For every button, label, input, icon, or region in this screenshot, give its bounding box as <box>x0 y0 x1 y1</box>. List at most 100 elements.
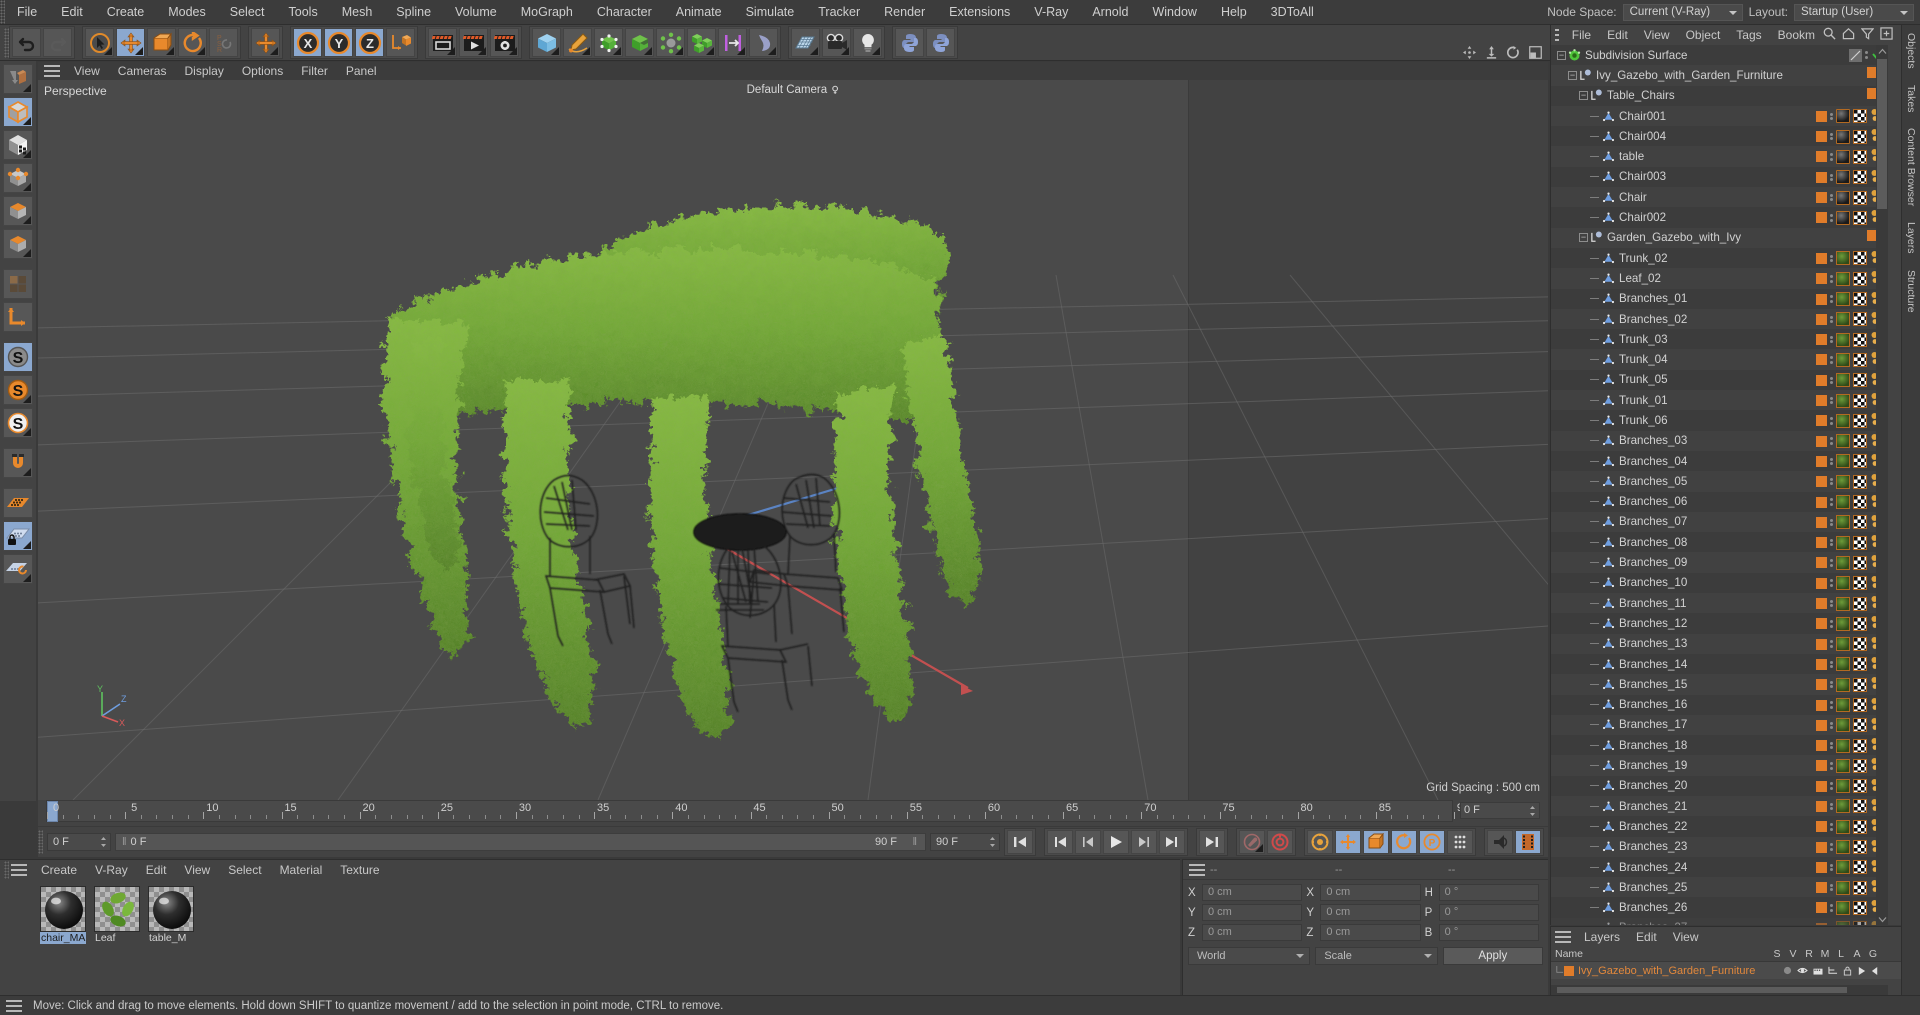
visibility-dots[interactable] <box>1830 295 1833 303</box>
material-tag[interactable] <box>1836 819 1850 834</box>
object-tree[interactable]: − Subdivision Surface − Ivy_Gazebo_with_Gar… <box>1551 45 1888 925</box>
object-row[interactable]: Branches_25 <box>1551 877 1888 898</box>
material-tag[interactable] <box>1836 515 1850 530</box>
magnet-button[interactable] <box>3 448 33 478</box>
viewport-menu-icon[interactable] <box>44 65 60 77</box>
apply-button[interactable]: Apply <box>1442 947 1543 965</box>
record-keys-button[interactable] <box>1239 830 1265 854</box>
visibility-dots[interactable] <box>1830 193 1833 202</box>
visibility-dots[interactable] <box>1830 112 1833 121</box>
menu-item-select[interactable]: Select <box>218 0 277 25</box>
material-tag[interactable] <box>1836 312 1850 327</box>
object-row[interactable]: Branches_08 <box>1551 532 1888 552</box>
layer-color-tag[interactable] <box>1816 192 1827 204</box>
material-tag[interactable] <box>1836 921 1850 925</box>
object-row[interactable]: Chair003 <box>1551 167 1888 187</box>
object-row[interactable]: Chair002 <box>1551 207 1888 227</box>
object-row[interactable]: Branches_10 <box>1551 573 1888 593</box>
menu-item-edit[interactable]: Edit <box>49 0 95 25</box>
material-tag[interactable] <box>1836 170 1850 185</box>
layer-color-tag[interactable] <box>1816 902 1827 914</box>
texture-tag[interactable] <box>1853 880 1867 895</box>
eye-icon[interactable] <box>1797 966 1808 975</box>
animbar-grip[interactable] <box>38 830 43 854</box>
material-tag[interactable] <box>1836 738 1850 753</box>
texture-tag[interactable] <box>1853 190 1867 205</box>
menu-item-mograph[interactable]: MoGraph <box>509 0 585 25</box>
texture-tag[interactable] <box>1853 840 1867 855</box>
texture-tag[interactable] <box>1853 495 1867 510</box>
scale-tool-button[interactable] <box>147 28 176 57</box>
texture-tag[interactable] <box>1853 758 1867 773</box>
matmgr-grip[interactable] <box>4 861 9 879</box>
layer-color-tag[interactable] <box>1816 638 1827 650</box>
menu-item-file[interactable]: File <box>5 0 49 25</box>
edges-mode-button[interactable] <box>3 196 33 226</box>
layer-color-tag[interactable] <box>1816 131 1827 143</box>
object-row[interactable]: Branches_09 <box>1551 552 1888 573</box>
visibility-dots[interactable] <box>1830 843 1833 851</box>
material-tag[interactable] <box>1836 352 1850 367</box>
scroll-thumb[interactable] <box>1877 59 1887 209</box>
subdivision-surface-button[interactable] <box>594 28 623 57</box>
object-row[interactable]: Trunk_04 <box>1551 349 1888 370</box>
texture-tag[interactable] <box>1853 312 1867 327</box>
visibility-dots[interactable] <box>1830 376 1833 384</box>
axis-x-button[interactable]: X <box>293 28 322 57</box>
material-tag[interactable] <box>1836 271 1850 286</box>
material-tag[interactable] <box>1836 109 1850 124</box>
undo-button[interactable] <box>12 28 41 57</box>
layer-color-tag[interactable] <box>1816 861 1827 873</box>
position-key-button[interactable] <box>1335 830 1361 854</box>
menu-item-v-ray[interactable]: V-Ray <box>1022 0 1080 25</box>
texture-tag[interactable] <box>1853 779 1867 794</box>
object-row[interactable]: Branches_12 <box>1551 613 1888 633</box>
material-menu-item-texture[interactable]: Texture <box>331 860 388 880</box>
layer-color-tag[interactable] <box>1816 760 1827 772</box>
material-thumbnail[interactable] <box>148 886 194 932</box>
material-tag[interactable] <box>1836 434 1850 449</box>
object-menu-item-edit[interactable]: Edit <box>1599 25 1636 45</box>
texture-tag[interactable] <box>1853 637 1867 652</box>
object-row[interactable]: − Subdivision Surface <box>1551 45 1888 65</box>
axis-z-button[interactable]: Z <box>355 28 384 57</box>
object-row[interactable]: Trunk_05 <box>1551 370 1888 390</box>
film-button[interactable] <box>1515 830 1541 854</box>
material-tag[interactable] <box>1836 149 1850 164</box>
material-tag[interactable] <box>1836 373 1850 388</box>
layer-color-tag[interactable] <box>1816 334 1827 346</box>
object-menu-item-view[interactable]: View <box>1636 25 1678 45</box>
menu-item-modes[interactable]: Modes <box>156 0 218 25</box>
expand-collapse-icon[interactable]: − <box>1557 50 1566 60</box>
size-y-field[interactable]: 0 cm <box>1320 904 1421 921</box>
visibility-dots[interactable] <box>1830 173 1833 182</box>
layer-color-swatch[interactable] <box>1564 965 1574 976</box>
visibility-toggle[interactable] <box>1849 48 1862 62</box>
size-x-field[interactable]: 0 cm <box>1320 884 1421 901</box>
material-tag[interactable] <box>1836 718 1850 733</box>
layer-color-tag[interactable] <box>1816 618 1827 630</box>
visibility-dots[interactable] <box>1830 599 1833 608</box>
layer-hscroll-thumb[interactable] <box>1557 987 1847 993</box>
render-view-button[interactable] <box>428 28 457 57</box>
layer-color-tag[interactable] <box>1816 415 1827 427</box>
material-tag[interactable] <box>1836 779 1850 794</box>
visibility-dots[interactable] <box>1830 883 1833 892</box>
visibility-dots[interactable] <box>1830 396 1833 405</box>
object-row[interactable]: Branches_02 <box>1551 308 1888 330</box>
layer-color-tag[interactable] <box>1816 516 1827 528</box>
material-tag[interactable] <box>1836 129 1850 144</box>
world-coordinate-button[interactable] <box>386 28 415 57</box>
layer-color-tag[interactable] <box>1816 496 1827 508</box>
material-thumbnail[interactable] <box>40 886 86 932</box>
layer-color-tag[interactable] <box>1816 537 1827 549</box>
texture-tag[interactable] <box>1853 332 1867 347</box>
light-button[interactable] <box>853 28 882 57</box>
position-y-field[interactable]: 0 cm <box>1202 904 1303 921</box>
menu-item-render[interactable]: Render <box>872 0 937 25</box>
rotation-key-button[interactable] <box>1391 830 1417 854</box>
texture-tag[interactable] <box>1853 170 1867 185</box>
object-row[interactable]: − Garden_Gazebo_with_Ivy <box>1551 227 1888 248</box>
visibility-dots[interactable] <box>1830 762 1833 770</box>
layer-menu-item-edit[interactable]: Edit <box>1628 927 1665 947</box>
